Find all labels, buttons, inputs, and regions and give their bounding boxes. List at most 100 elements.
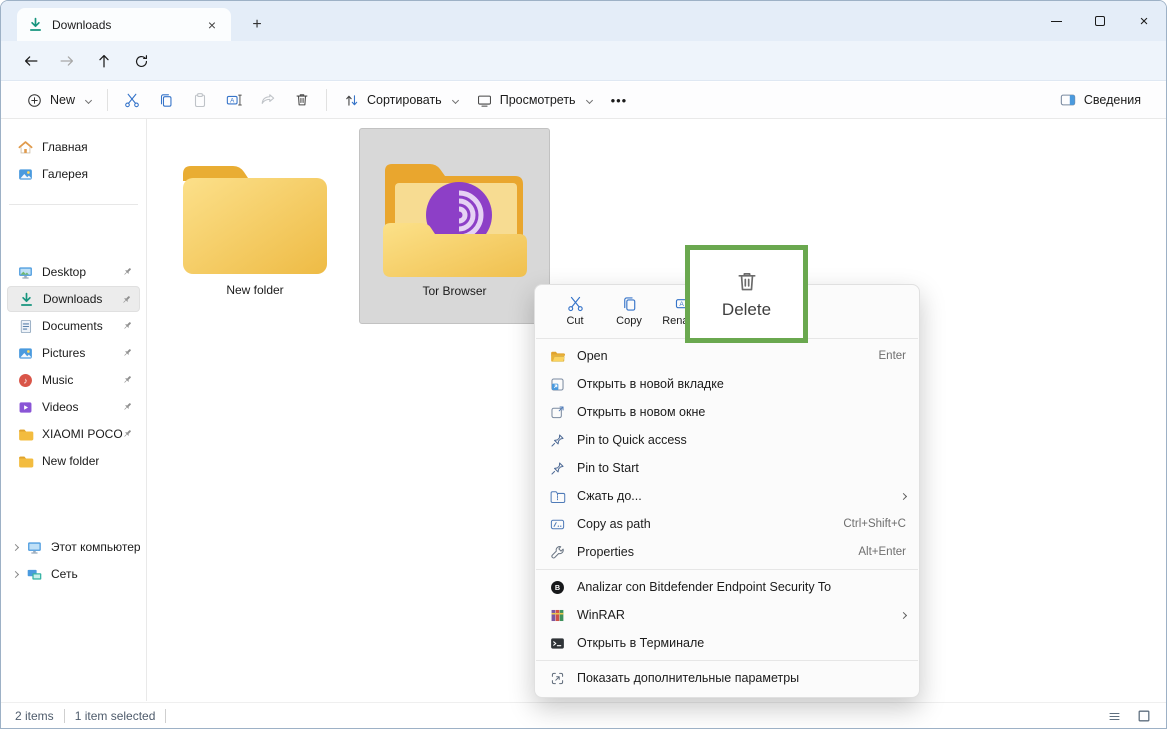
menu-separator xyxy=(536,569,918,570)
sidebar-item-documents[interactable]: Documents xyxy=(7,313,140,339)
delete-button[interactable] xyxy=(285,85,319,115)
forward-button[interactable] xyxy=(53,49,81,73)
more-options-button[interactable]: ••• xyxy=(601,93,638,108)
sidebar-item-new-folder[interactable]: New folder xyxy=(7,448,140,474)
menu-item-pin-quick-access[interactable]: Pin to Quick access xyxy=(540,426,914,454)
sidebar-item-network[interactable]: Сеть xyxy=(7,561,140,587)
copy-icon xyxy=(157,91,175,109)
sidebar-item-pictures[interactable]: Pictures xyxy=(7,340,140,366)
menu-item-copy-as-path[interactable]: Copy as path Ctrl+Shift+C xyxy=(540,510,914,538)
winrar-icon xyxy=(549,607,566,624)
menu-item-open-new-tab[interactable]: Открыть в новой вкладке xyxy=(540,370,914,398)
trash-icon xyxy=(733,268,761,296)
pin-icon xyxy=(120,265,134,279)
menu-item-label: Открыть в новой вкладке xyxy=(577,377,724,391)
new-tab-button[interactable]: + xyxy=(244,12,270,38)
sidebar-item-label: Videos xyxy=(42,400,78,414)
menu-item-label: Показать дополнительные параметры xyxy=(577,671,799,685)
expand-chevron-icon[interactable] xyxy=(12,543,19,550)
large-icons-view-toggle-icon[interactable] xyxy=(1136,708,1152,724)
menu-item-winrar[interactable]: WinRAR xyxy=(540,601,914,629)
menu-item-label: Открыть в Терминале xyxy=(577,636,704,650)
quick-action-label: Cut xyxy=(566,315,583,327)
sidebar-item-downloads[interactable]: Downloads xyxy=(7,286,140,312)
sidebar-item-xiaomi-poco[interactable]: XIAOMI POCO F xyxy=(7,421,140,447)
cut-menu-button[interactable]: Cut xyxy=(549,287,601,333)
back-button[interactable] xyxy=(17,49,45,73)
sidebar-item-videos[interactable]: Videos xyxy=(7,394,140,420)
open-new-window-icon xyxy=(549,404,566,421)
chevron-down-icon xyxy=(586,96,593,103)
sidebar-item-gallery[interactable]: Галерея xyxy=(7,161,140,187)
cut-button[interactable] xyxy=(115,85,149,115)
menu-item-label: Pin to Start xyxy=(577,461,639,475)
menu-item-properties[interactable]: Properties Alt+Enter xyxy=(540,538,914,566)
menu-item-bitdefender-scan[interactable]: B Analizar con Bitdefender Endpoint Secu… xyxy=(540,573,914,601)
menu-item-pin-start[interactable]: Pin to Start xyxy=(540,454,914,482)
view-icon xyxy=(476,92,493,109)
chevron-down-icon xyxy=(452,96,459,103)
delete-annotation-label: Delete xyxy=(722,300,771,320)
tor-browser-folder-icon xyxy=(375,155,535,281)
window-controls: × xyxy=(1034,1,1166,41)
forward-arrow-icon xyxy=(58,52,76,70)
close-button[interactable]: × xyxy=(1122,1,1166,41)
file-tile-new-folder[interactable]: New folder xyxy=(167,128,343,324)
copy-as-path-icon xyxy=(549,516,566,533)
new-button[interactable]: New xyxy=(17,85,100,115)
toolbar-separator xyxy=(326,89,327,111)
menu-item-open[interactable]: Open Enter xyxy=(540,342,914,370)
menu-item-label: Сжать до... xyxy=(577,489,642,503)
menu-item-show-more-options[interactable]: Показать дополнительные параметры xyxy=(540,664,914,692)
share-icon xyxy=(259,91,277,109)
chevron-down-icon xyxy=(85,96,92,103)
up-button[interactable] xyxy=(90,49,118,73)
rename-button[interactable]: A xyxy=(217,85,251,115)
tab-downloads[interactable]: Downloads × xyxy=(17,8,231,41)
maximize-button[interactable] xyxy=(1078,1,1122,41)
music-icon: ♪ xyxy=(17,372,34,389)
view-button[interactable]: Просмотреть xyxy=(467,85,601,115)
sidebar-item-label: Downloads xyxy=(43,292,102,306)
quick-action-label: Copy xyxy=(616,315,642,327)
network-icon xyxy=(26,566,43,583)
copy-button[interactable] xyxy=(149,85,183,115)
sort-button[interactable]: Сортировать xyxy=(334,85,467,115)
download-icon xyxy=(27,16,44,33)
refresh-icon xyxy=(133,53,150,70)
navigation-bar: Downloads Поиск в: Downloads xyxy=(1,41,1166,81)
context-menu: Cut Copy A Rename Open Enter Открыть в н… xyxy=(534,284,920,698)
sidebar-item-home[interactable]: Главная xyxy=(7,134,140,160)
bitdefender-icon: B xyxy=(549,579,566,596)
download-icon xyxy=(18,291,35,308)
tab-title: Downloads xyxy=(52,18,193,32)
tab-close-icon[interactable]: × xyxy=(201,14,223,36)
minimize-button[interactable] xyxy=(1034,1,1078,41)
trash-icon xyxy=(293,91,311,109)
sidebar-item-label: Documents xyxy=(42,319,103,333)
sidebar-item-music[interactable]: ♪ Music xyxy=(7,367,140,393)
menu-item-open-terminal[interactable]: Открыть в Терминале xyxy=(540,629,914,657)
selection-count: 1 item selected xyxy=(75,709,156,723)
delete-highlight-annotation[interactable]: Delete xyxy=(685,245,808,343)
sidebar-item-this-pc[interactable]: Этот компьютер xyxy=(7,534,140,560)
menu-item-compress[interactable]: Сжать до... xyxy=(540,482,914,510)
share-button[interactable] xyxy=(251,85,285,115)
refresh-button[interactable] xyxy=(127,49,155,73)
expand-chevron-icon[interactable] xyxy=(12,570,19,577)
paste-button[interactable] xyxy=(183,85,217,115)
details-pane-button[interactable]: Сведения xyxy=(1050,85,1150,115)
cut-icon xyxy=(123,91,141,109)
open-new-tab-icon xyxy=(549,376,566,393)
svg-text:B: B xyxy=(555,583,560,592)
menu-item-open-new-window[interactable]: Открыть в новом окне xyxy=(540,398,914,426)
menu-shortcut: Enter xyxy=(879,350,907,362)
file-tile-tor-browser[interactable]: Tor Browser xyxy=(359,128,550,324)
list-view-toggle-icon[interactable] xyxy=(1107,709,1122,724)
desktop-icon xyxy=(17,264,34,281)
toolbar-separator xyxy=(107,89,108,111)
menu-item-label: Properties xyxy=(577,545,634,559)
sidebar-item-desktop[interactable]: Desktop xyxy=(7,259,140,285)
pin-icon xyxy=(120,400,134,414)
copy-menu-button[interactable]: Copy xyxy=(603,287,655,333)
